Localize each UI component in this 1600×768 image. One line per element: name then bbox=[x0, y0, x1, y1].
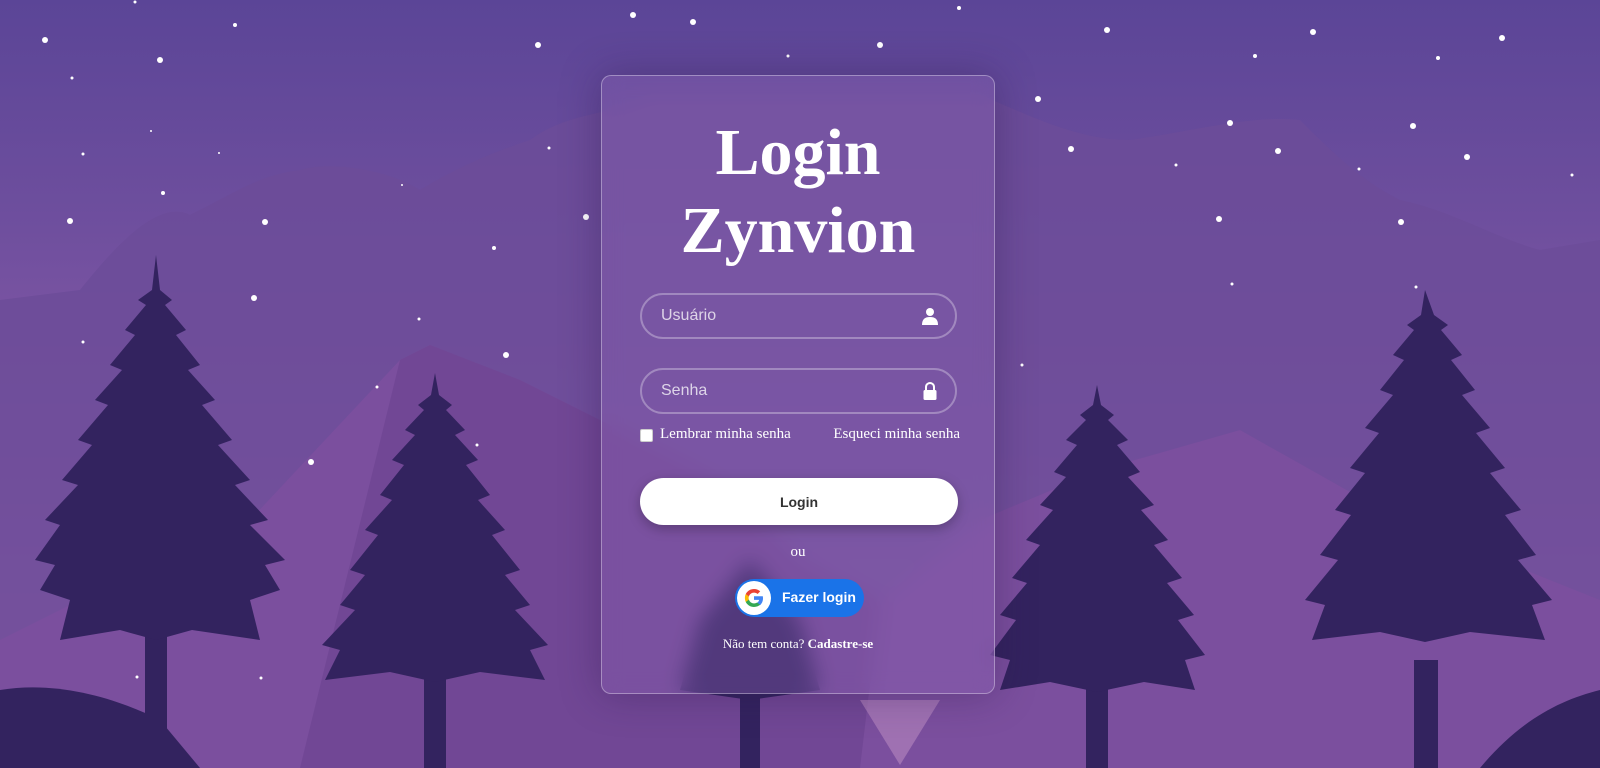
google-logo-container bbox=[737, 581, 771, 615]
google-login-button[interactable]: Fazer login bbox=[735, 579, 864, 617]
google-login-label: Fazer login bbox=[782, 589, 856, 605]
password-input[interactable] bbox=[642, 370, 955, 412]
signup-link[interactable]: Cadastre-se bbox=[808, 636, 873, 651]
remember-label: Lembrar minha senha bbox=[660, 426, 791, 442]
login-title-line1: Login bbox=[715, 116, 881, 189]
password-field[interactable] bbox=[640, 368, 957, 414]
or-divider-text: ou bbox=[790, 544, 806, 560]
username-field[interactable] bbox=[640, 293, 957, 339]
google-icon bbox=[744, 589, 763, 607]
lock-icon bbox=[923, 382, 937, 400]
login-options: Lembrar minha senha Esqueci minha senha bbox=[640, 426, 960, 448]
login-title-line2: Zynvion bbox=[680, 194, 916, 267]
remember-checkbox[interactable] bbox=[640, 429, 653, 442]
user-icon bbox=[922, 308, 938, 325]
username-input[interactable] bbox=[642, 295, 955, 337]
login-card: Login Zynvion Lembrar minha senha Esquec… bbox=[601, 75, 995, 694]
no-account-text: Não tem conta? bbox=[722, 636, 805, 651]
signup-prompt: Não tem conta? Cadastre-se bbox=[602, 636, 994, 652]
login-button[interactable]: Login bbox=[640, 478, 958, 525]
forgot-password-link[interactable]: Esqueci minha senha bbox=[833, 426, 960, 443]
